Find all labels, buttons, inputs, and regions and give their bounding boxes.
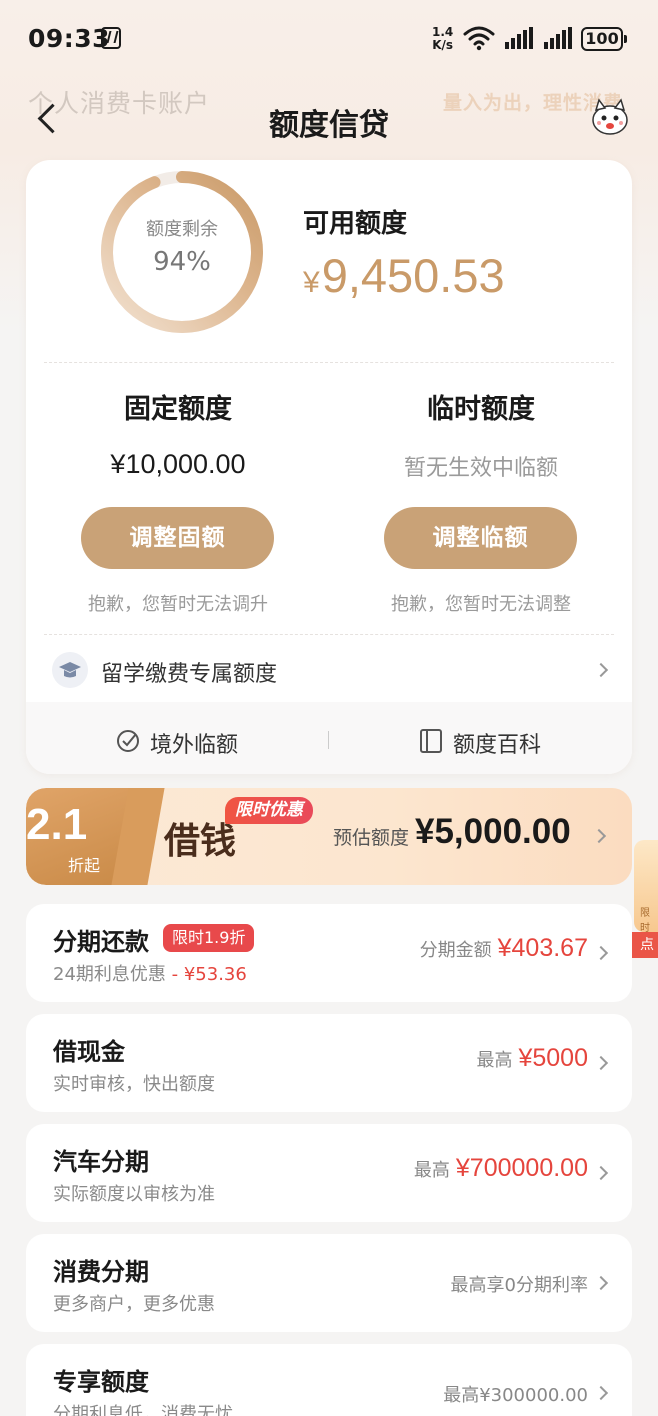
side-promo-float[interactable]: 限时 <box>634 840 658 934</box>
item-subtitle: 分期利息低，消费无忧 <box>53 1404 233 1416</box>
wifi-icon <box>463 26 495 51</box>
temporary-credit-empty: 暂无生效中临额 <box>403 456 558 481</box>
link-separator <box>328 731 329 749</box>
temporary-credit-title: 临时额度 <box>427 394 535 425</box>
estimate-label: 预估额度 <box>333 827 410 849</box>
consumer-installment-item[interactable]: 消费分期 更多商户，更多优惠 最高享0分期利率 <box>26 1234 632 1332</box>
status-time: 09:33 <box>28 24 111 53</box>
item-right-label: 最高 <box>476 1050 513 1071</box>
item-right: 最高 ¥5000 <box>476 1044 588 1073</box>
adjust-fixed-button[interactable]: 调整固额 <box>81 507 274 569</box>
battery-icon: 100 <box>581 27 627 51</box>
temporary-credit-note: 抱歉，您暂时无法调整 <box>391 594 571 615</box>
globe-check-icon <box>117 730 139 752</box>
item-title: 专享额度 <box>53 1368 149 1396</box>
installment-repay-item[interactable]: 分期还款 限时1.9折 24期利息优惠 - ¥53.36 分期金额 ¥403.67 <box>26 904 632 1002</box>
wiki-link-label: 额度百科 <box>453 733 542 758</box>
item-title: 消费分期 <box>53 1258 149 1286</box>
available-credit-amount: ¥9,450.53 <box>303 248 505 303</box>
item-subtitle: 实时审核，快出额度 <box>53 1074 215 1095</box>
fixed-credit-title: 固定额度 <box>124 394 232 425</box>
exclusive-credit-item[interactable]: 专享额度 分期利息低，消费无忧 最高¥300000.00 <box>26 1344 632 1416</box>
oversea-link-label: 境外临额 <box>150 733 239 758</box>
study-abroad-credit-row[interactable]: 留学缴费专属额度 <box>26 636 632 704</box>
book-icon <box>420 729 442 753</box>
item-subtitle-text: 24期利息优惠 <box>53 964 166 985</box>
page-title: 额度信贷 <box>269 108 389 143</box>
item-title: 汽车分期 <box>53 1148 149 1176</box>
adjust-temporary-button[interactable]: 调整临额 <box>384 507 577 569</box>
network-speed: 1.4 K/s <box>432 26 453 52</box>
item-right: 最高¥300000.00 <box>443 1381 588 1407</box>
signal-icon <box>505 27 533 49</box>
status-bar: 09:33 1.4 K/s 100 <box>0 0 658 78</box>
chevron-right-icon <box>593 1055 609 1071</box>
item-right-label: 最高 <box>413 1160 450 1181</box>
discount-suffix: 折起 <box>68 856 101 875</box>
item-subtitle: 更多商户，更多优惠 <box>53 1294 215 1315</box>
study-abroad-credit-label: 留学缴费专属额度 <box>101 662 278 687</box>
item-right-value: ¥5000 <box>518 1044 588 1072</box>
item-right-value: ¥403.67 <box>497 934 588 962</box>
item-right-text: 最高¥300000.00 <box>443 1385 588 1406</box>
graduation-cap-icon <box>52 652 88 688</box>
item-right-label: 分期金额 <box>419 940 492 961</box>
item-right-text: 最高享0分期利率 <box>450 1275 588 1296</box>
network-speed-unit: K/s <box>432 38 454 52</box>
chevron-right-icon <box>593 1275 609 1291</box>
fixed-credit-note: 抱歉，您暂时无法调升 <box>88 594 268 615</box>
item-right: 最高 ¥700000.00 <box>414 1154 588 1183</box>
cash-loan-item[interactable]: 借现金 实时审核，快出额度 最高 ¥5000 <box>26 1014 632 1112</box>
item-subtitle: 24期利息优惠 - ¥53.36 <box>53 960 247 986</box>
chevron-right-icon <box>593 1165 609 1181</box>
available-amount-value: 9,450.53 <box>321 249 505 302</box>
signal-icon-2 <box>544 27 572 49</box>
fixed-credit-amount: ¥10,000.00 <box>110 449 246 479</box>
limited-offer-tag: 限时优惠 <box>225 797 313 824</box>
chevron-right-icon <box>593 1385 609 1401</box>
item-discount-tag: 限时1.9折 <box>163 924 255 952</box>
divider <box>44 634 614 635</box>
divider <box>44 362 614 363</box>
item-right-value: ¥700000.00 <box>455 1154 588 1182</box>
estimate-amount: ¥5,000.00 <box>415 812 571 851</box>
available-credit-label: 可用额度 <box>303 209 408 239</box>
nfc-icon <box>101 27 121 49</box>
currency-symbol: ¥ <box>303 266 320 299</box>
ring-percent: 94% <box>153 247 211 277</box>
item-subtitle: 实际额度以审核为准 <box>53 1184 215 1205</box>
chevron-right-icon <box>593 662 609 678</box>
side-promo-text: 限时 <box>640 908 650 934</box>
mascot-icon[interactable] <box>590 98 630 136</box>
chevron-right-icon <box>593 945 609 961</box>
ring-label: 额度剩余 <box>146 219 218 240</box>
car-installment-item[interactable]: 汽车分期 实际额度以审核为准 最高 ¥700000.00 <box>26 1124 632 1222</box>
item-subtitle-discount: - ¥53.36 <box>171 964 247 985</box>
discount-number: 2.1 <box>26 800 88 849</box>
item-title: 分期还款 <box>53 928 149 956</box>
item-right: 分期金额 ¥403.67 <box>420 934 588 963</box>
item-right: 最高享0分期利率 <box>451 1271 588 1297</box>
item-title: 借现金 <box>53 1038 125 1066</box>
